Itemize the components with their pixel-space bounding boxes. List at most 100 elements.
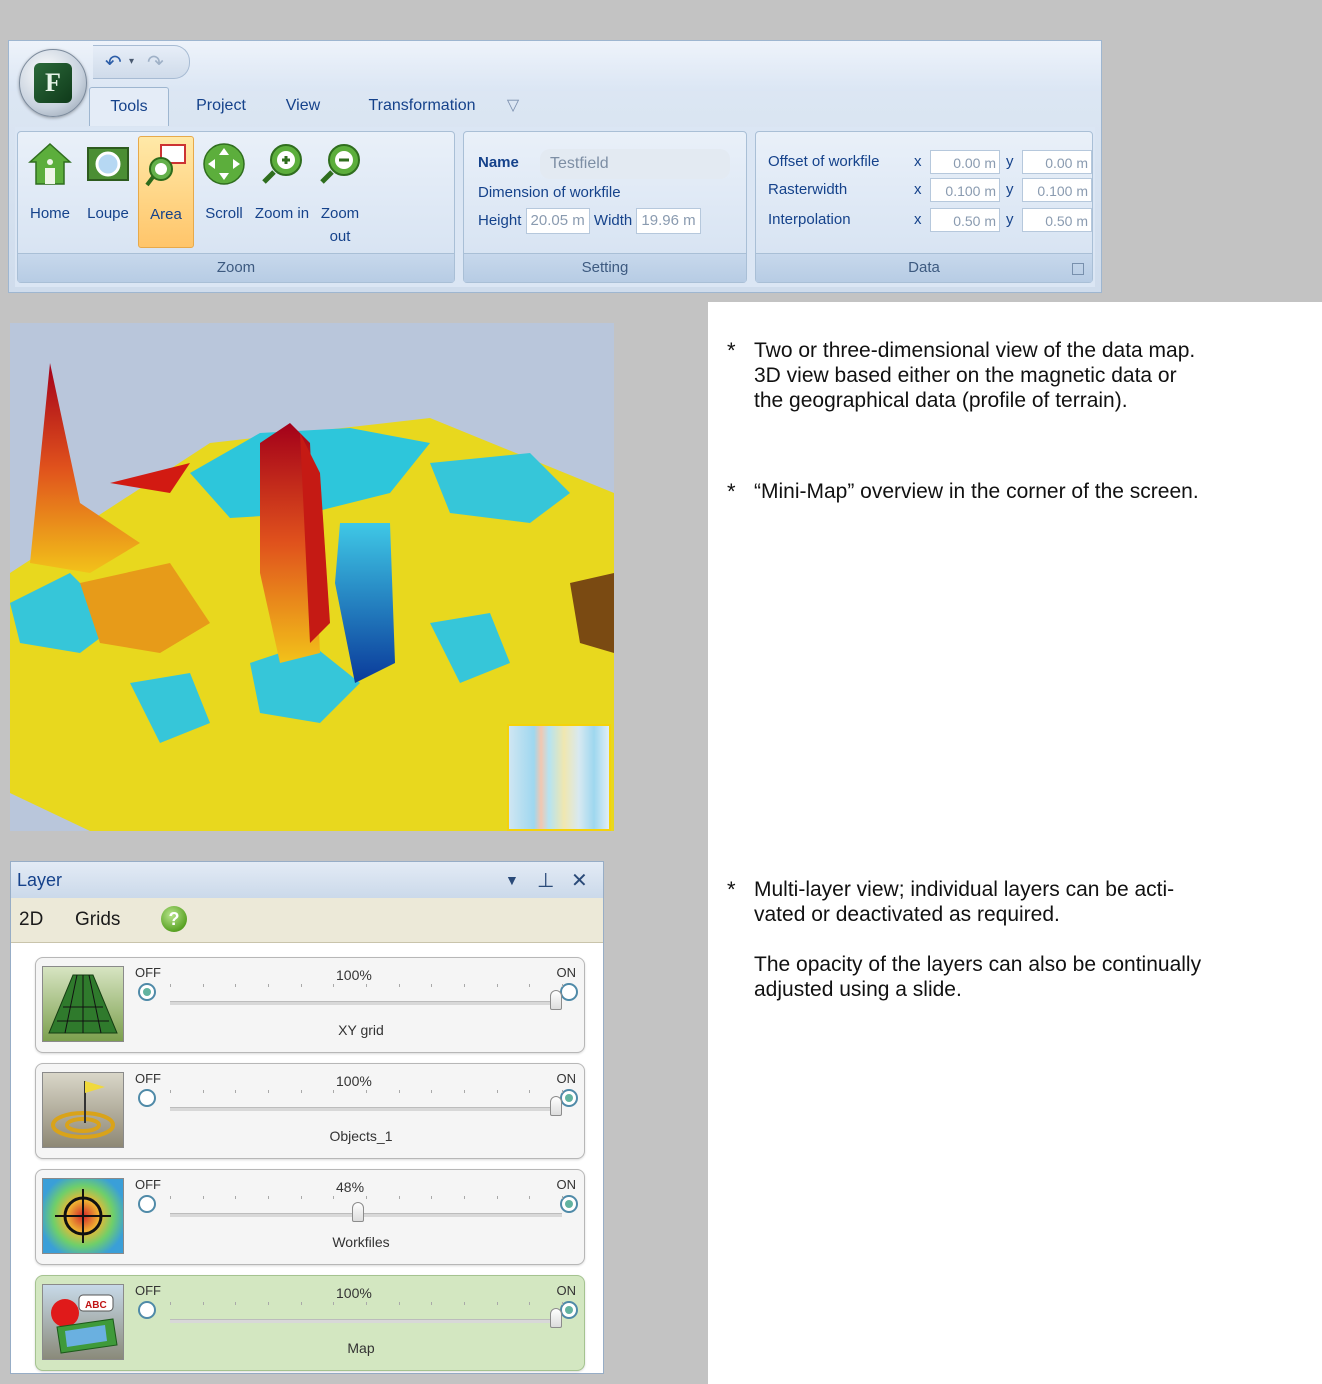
mini-map[interactable] xyxy=(507,724,611,831)
slider-tick xyxy=(431,984,433,987)
description-line: Multi-layer view; individual layers can … xyxy=(754,878,1175,901)
slider-tick xyxy=(235,1090,237,1093)
3d-map-view[interactable] xyxy=(10,323,614,831)
layer-name: Map xyxy=(347,1340,375,1356)
on-label: ON xyxy=(556,1177,577,1192)
slider-tick xyxy=(431,1090,433,1093)
slider-tick xyxy=(202,984,204,987)
raster-label: Rasterwidth xyxy=(768,181,848,198)
layer-card: OFF ON 100% XY grid xyxy=(35,957,585,1053)
interpolation-x-label: x xyxy=(914,211,922,228)
interpolation-x-field[interactable]: 0.50 m xyxy=(930,208,1000,232)
description-line: “Mini-Map” overview in the corner of the… xyxy=(754,480,1199,503)
quick-access-toolbar: ↶ ▾ ↷ xyxy=(93,45,190,79)
off-radio[interactable] xyxy=(138,1301,156,1319)
redo-icon[interactable]: ↷ xyxy=(147,50,164,75)
tab-project[interactable]: Project xyxy=(181,87,261,125)
off-radio[interactable] xyxy=(138,1089,156,1107)
opacity-slider-track[interactable] xyxy=(170,1213,562,1217)
description-line: the geographical data (profile of terrai… xyxy=(754,389,1128,412)
off-label: OFF xyxy=(135,965,161,980)
scroll-button[interactable]: Scroll xyxy=(196,136,252,248)
dimension-row: Height 20.05 m Width 19.96 m xyxy=(478,208,701,234)
home-button[interactable]: Home xyxy=(22,136,78,248)
opacity-percent: 100% xyxy=(336,1285,372,1301)
bullet-3: * xyxy=(727,877,736,902)
tab-transformation[interactable]: Transformation xyxy=(359,87,485,125)
slider-tick xyxy=(496,1302,498,1305)
xy-grid-thumbnail-icon xyxy=(42,966,124,1042)
scroll-button-label: Scroll xyxy=(205,205,243,222)
area-button-label: Area xyxy=(150,206,182,223)
off-radio[interactable] xyxy=(138,1195,156,1213)
description-line: vated or deactivated as required. xyxy=(754,903,1060,926)
slider-tick xyxy=(464,984,465,987)
dialog-launcher-icon[interactable] xyxy=(1072,263,1084,275)
opacity-slider-handle[interactable] xyxy=(550,1096,562,1116)
loupe-button[interactable]: Loupe xyxy=(80,136,136,248)
slider-tick xyxy=(268,1302,269,1305)
zoom-group-label: Zoom xyxy=(18,253,454,282)
setting-group: Name Testfield Dimension of workfile Hei… xyxy=(463,131,747,283)
zoom-in-button[interactable]: Zoom in xyxy=(254,136,310,248)
grids-label[interactable]: Grids xyxy=(75,909,120,931)
slider-tick xyxy=(235,1302,237,1305)
opacity-slider-handle[interactable] xyxy=(550,990,562,1010)
slider-tick xyxy=(300,1302,302,1305)
offset-label: Offset of workfile xyxy=(768,153,880,170)
help-icon[interactable]: ? xyxy=(161,906,187,932)
width-field[interactable]: 19.96 m xyxy=(636,208,701,234)
undo-icon[interactable]: ↶ xyxy=(105,50,122,75)
customize-tabs-icon[interactable]: ▽ xyxy=(501,87,525,125)
offset-row: Offset of workfile x 0.00 m y 0.00 m xyxy=(768,150,1092,174)
area-button[interactable]: Area xyxy=(138,136,194,248)
slider-tick xyxy=(496,984,498,987)
opacity-slider-track[interactable] xyxy=(170,1107,562,1111)
data-group: Offset of workfile x 0.00 m y 0.00 m Ras… xyxy=(755,131,1093,283)
opacity-slider-handle[interactable] xyxy=(352,1202,365,1222)
tab-tools[interactable]: Tools xyxy=(89,87,169,126)
offset-x-field[interactable]: 0.00 m xyxy=(930,150,1000,174)
zoom-out-icon xyxy=(320,144,360,184)
slider-tick xyxy=(464,1090,465,1093)
raster-y-field[interactable]: 0.100 m xyxy=(1022,178,1092,202)
raster-x-field[interactable]: 0.100 m xyxy=(930,178,1000,202)
offset-y-field[interactable]: 0.00 m xyxy=(1022,150,1092,174)
slider-tick xyxy=(562,1302,563,1305)
height-field[interactable]: 20.05 m xyxy=(525,208,590,234)
slider-tick xyxy=(496,1196,498,1199)
slider-tick xyxy=(170,1302,171,1305)
chevron-down-icon[interactable]: ▼ xyxy=(505,872,519,888)
opacity-slider-handle[interactable] xyxy=(550,1308,562,1328)
slider-tick xyxy=(562,984,563,987)
name-label: Name xyxy=(478,154,519,171)
offset-x-label: x xyxy=(914,153,922,170)
interpolation-y-field[interactable]: 0.50 m xyxy=(1022,208,1092,232)
on-label: ON xyxy=(556,1071,577,1086)
layer-card: ABC OFF ON 100% Map xyxy=(35,1275,585,1371)
pin-icon[interactable]: ⊥ xyxy=(537,868,554,893)
tab-view[interactable]: View xyxy=(277,87,329,125)
layer-name: XY grid xyxy=(338,1022,384,1038)
layer-list: OFF ON 100% XY grid OFF ON 100% Objects_… xyxy=(11,943,603,1373)
slider-tick xyxy=(170,984,171,987)
off-label: OFF xyxy=(135,1177,161,1192)
description-line: 3D view based either on the magnetic dat… xyxy=(754,364,1177,387)
slider-tick xyxy=(300,984,302,987)
off-radio[interactable] xyxy=(138,983,156,1001)
opacity-slider-track[interactable] xyxy=(170,1319,562,1323)
close-icon[interactable]: ✕ xyxy=(571,868,588,893)
opacity-percent: 48% xyxy=(336,1179,365,1195)
application-button[interactable]: F xyxy=(19,49,87,117)
2d-label[interactable]: 2D xyxy=(19,909,43,931)
chevron-down-icon[interactable]: ▾ xyxy=(129,56,134,67)
slider-tick xyxy=(464,1302,465,1305)
width-label: Width xyxy=(593,211,633,229)
ribbon-body: Home Loupe Area Scroll Zoom in Zoom out … xyxy=(15,127,1095,287)
on-label: ON xyxy=(556,965,577,980)
slider-tick xyxy=(333,1302,335,1305)
slider-tick xyxy=(496,1090,498,1093)
zoom-out-button[interactable]: Zoom out xyxy=(312,136,368,248)
name-field[interactable]: Testfield xyxy=(540,149,730,179)
opacity-slider-track[interactable] xyxy=(170,1001,562,1005)
